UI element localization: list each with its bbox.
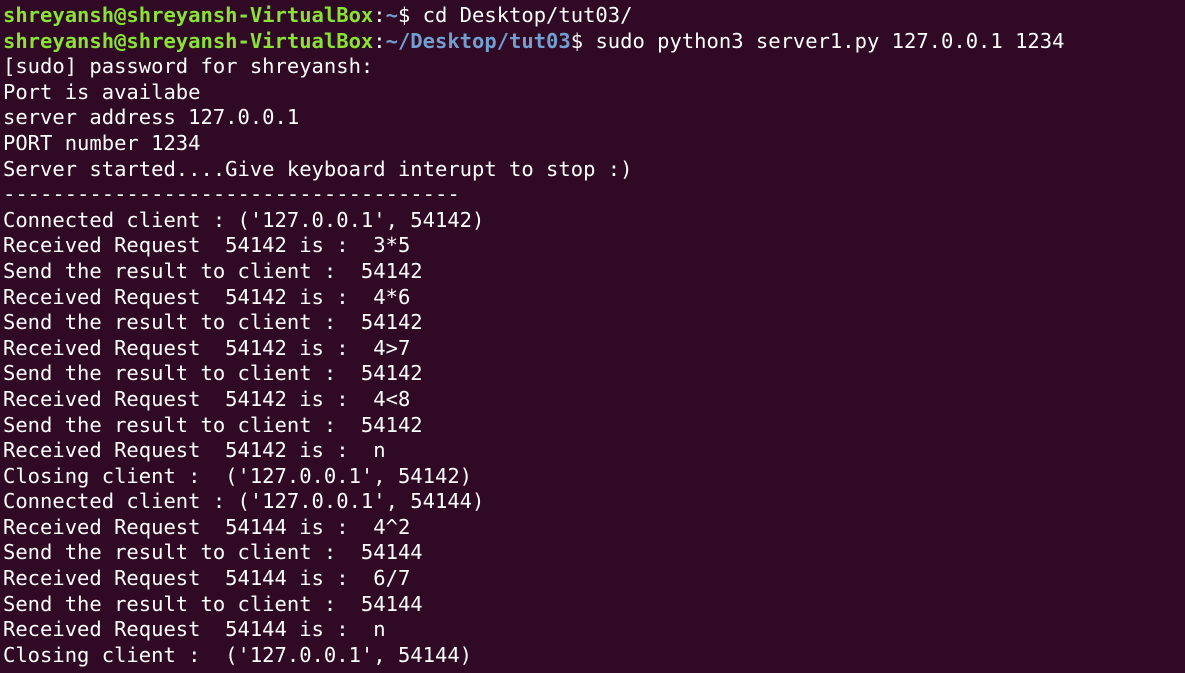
output-line: Received Request 54144 is : 4^2 bbox=[3, 514, 411, 539]
output-line: Received Request 54142 is : 4*6 bbox=[3, 284, 411, 309]
output-line: Send the result to client : 54142 bbox=[3, 361, 423, 386]
output-line: Port is availabe bbox=[3, 79, 201, 104]
prompt-line: shreyansh@shreyansh-VirtualBox:~$ cd Des… bbox=[3, 3, 1185, 29]
output-line: Send the result to client : 54142 bbox=[3, 258, 423, 283]
prompt-line: shreyansh@shreyansh-VirtualBox:~/Desktop… bbox=[3, 29, 1185, 55]
output-line: Received Request 54142 is : 4<8 bbox=[3, 386, 411, 411]
output-line: Received Request 54144 is : n bbox=[3, 617, 386, 642]
output-line: [sudo] password for shreyansh: bbox=[3, 54, 374, 79]
output-line: Received Request 54142 is : 3*5 bbox=[3, 233, 411, 258]
output-line: Connected client : ('127.0.0.1', 54144) bbox=[3, 489, 485, 514]
prompt-symbol: $ bbox=[397, 3, 423, 27]
output-line: Received Request 54144 is : 6/7 bbox=[3, 566, 411, 591]
prompt-symbol: $ bbox=[570, 28, 596, 53]
prompt-user-host: shreyansh@shreyansh-VirtualBox bbox=[3, 3, 374, 27]
output-line: server address 127.0.0.1 bbox=[3, 105, 300, 130]
prompt-separator: : bbox=[373, 28, 386, 53]
output-separator-line: ------------------------------------- bbox=[3, 182, 460, 207]
output-line: PORT number 1234 bbox=[3, 130, 201, 155]
terminal-window[interactable]: shreyansh@shreyansh-VirtualBox:~$ cd Des… bbox=[0, 0, 1185, 673]
output-line: Send the result to client : 54144 bbox=[3, 540, 423, 565]
prompt-separator: : bbox=[373, 3, 386, 27]
prompt-path: ~ bbox=[385, 3, 398, 27]
prompt-command: sudo python3 server1.py 127.0.0.1 1234 bbox=[595, 28, 1065, 53]
output-line: Closing client : ('127.0.0.1', 54142) bbox=[3, 463, 472, 488]
output-line: Received Request 54142 is : 4>7 bbox=[3, 335, 411, 360]
output-line: Connected client : ('127.0.0.1', 54142) bbox=[3, 207, 485, 232]
prompt-command: cd Desktop/tut03/ bbox=[422, 3, 633, 27]
output-line: Send the result to client : 54144 bbox=[3, 591, 423, 616]
output-line: Server started....Give keyboard interupt… bbox=[3, 156, 633, 181]
output-line: Received Request 54142 is : n bbox=[3, 438, 386, 463]
output-line: Send the result to client : 54142 bbox=[3, 412, 423, 437]
prompt-user-host: shreyansh@shreyansh-VirtualBox bbox=[3, 28, 374, 53]
output-line: Send the result to client : 54142 bbox=[3, 310, 423, 335]
output-line: Closing client : ('127.0.0.1', 54144) bbox=[3, 642, 472, 667]
prompt-path: ~/Desktop/tut03 bbox=[385, 28, 571, 53]
